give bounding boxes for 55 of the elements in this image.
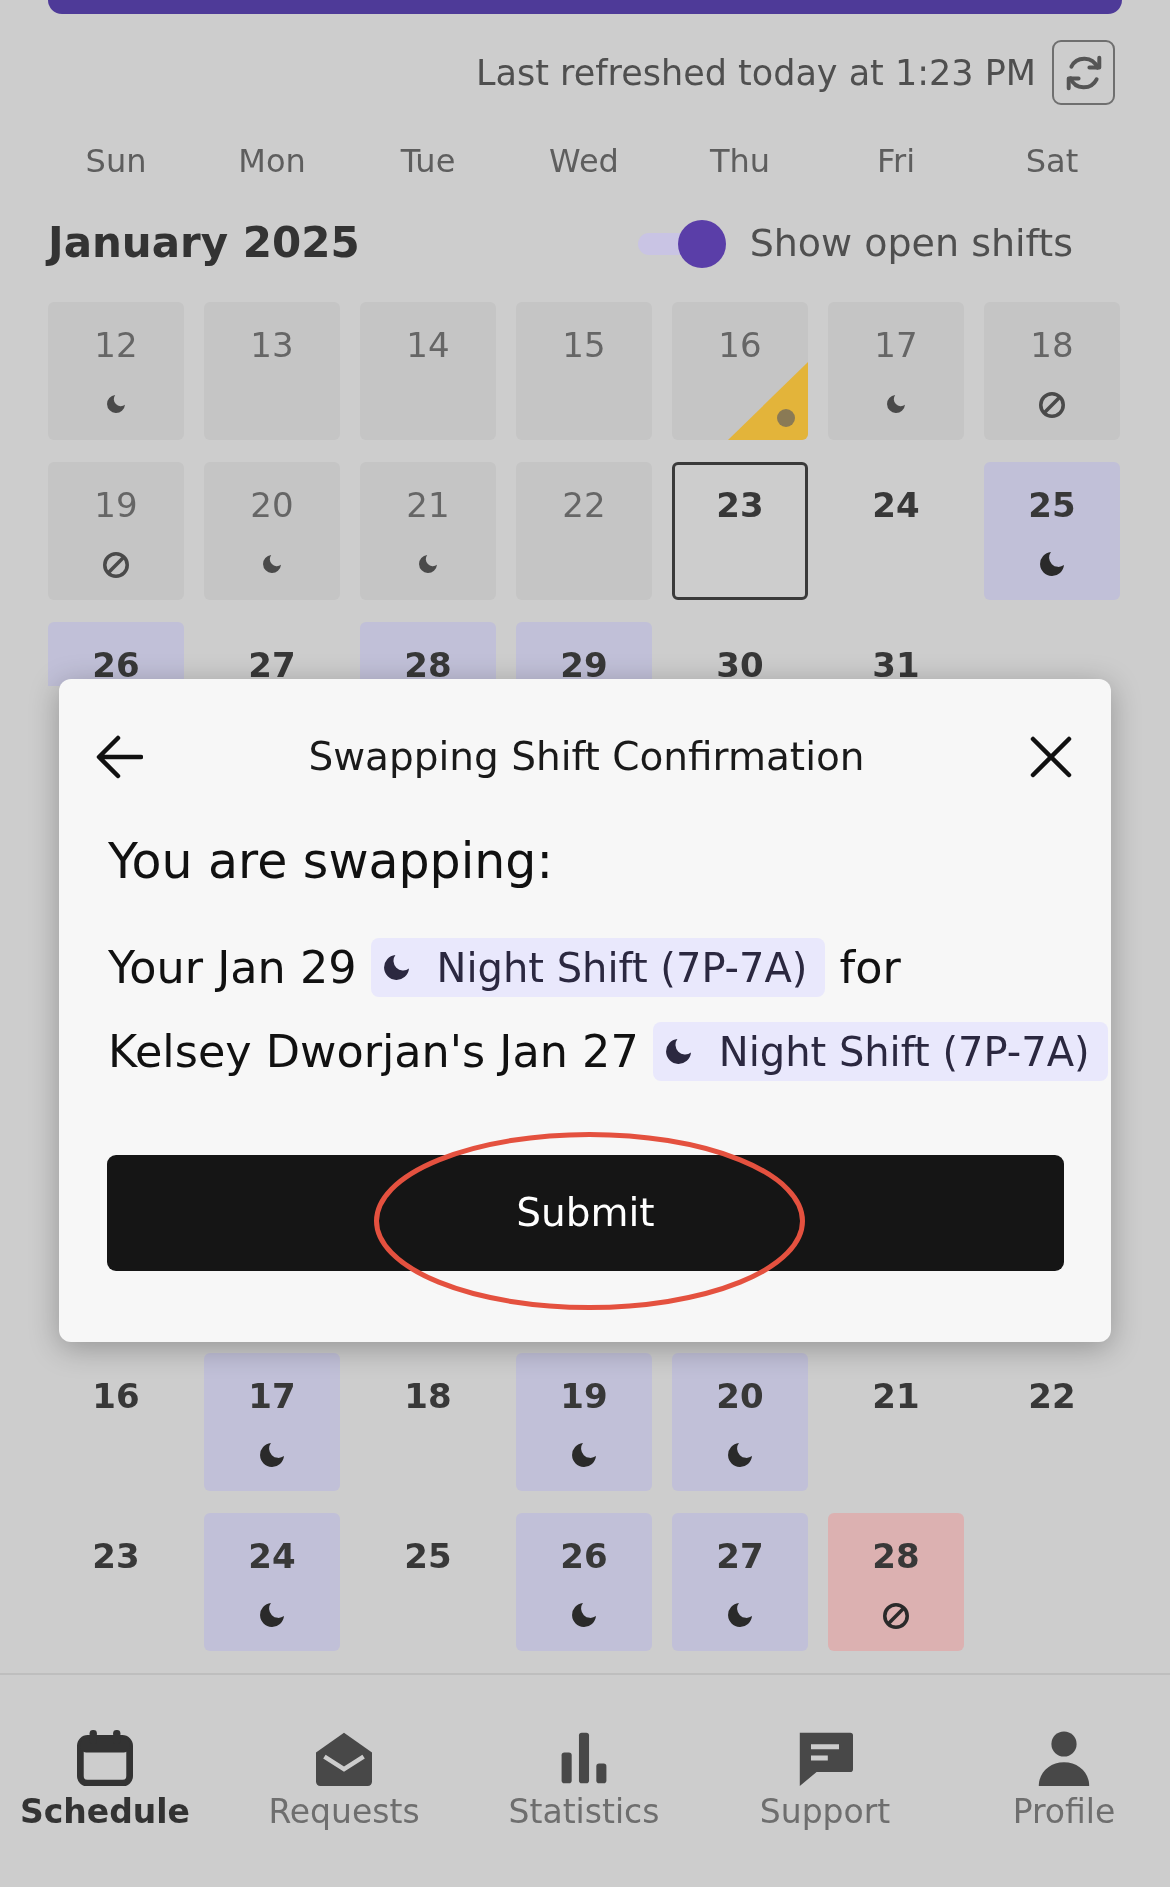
calendar-day[interactable]: 22 — [984, 1352, 1120, 1491]
calendar-day[interactable]: 17 — [828, 301, 964, 440]
calendar-day[interactable]: 23 — [48, 1512, 184, 1651]
swap-text: Your Jan 29 — [108, 940, 357, 995]
calendar-day[interactable]: 25 — [984, 461, 1120, 600]
calendar-day[interactable]: 16 — [48, 1352, 184, 1491]
weekday-label: Thu — [709, 142, 771, 181]
calendar-day[interactable]: 18 — [360, 1352, 496, 1491]
weekday-label: Wed — [549, 142, 619, 181]
calendar-day[interactable]: 23 — [672, 461, 808, 600]
calendar-day[interactable]: 22 — [516, 461, 652, 600]
back-button[interactable] — [95, 734, 143, 780]
calendar-day[interactable]: 17 — [204, 1352, 340, 1491]
calendar-day[interactable]: 28 — [828, 1512, 964, 1651]
weekday-label: Mon — [238, 142, 306, 181]
close-icon — [1030, 736, 1072, 778]
calendar-day[interactable]: 21 — [828, 1352, 964, 1491]
shift-label: Night Shift (7P-7A) — [718, 1027, 1090, 1076]
calendar-day[interactable]: 13 — [204, 301, 340, 440]
refresh-button[interactable] — [1052, 40, 1115, 105]
calendar-day[interactable]: 24 — [204, 1512, 340, 1651]
close-button[interactable] — [1030, 736, 1072, 778]
calendar-day[interactable]: 15 — [516, 301, 652, 440]
calendar-day[interactable]: 25 — [360, 1512, 496, 1651]
weekday-label: Sun — [85, 142, 147, 181]
refresh-icon — [1065, 54, 1102, 91]
dialog-heading: You are swapping: — [108, 832, 553, 891]
calendar-day[interactable]: 26 — [516, 1512, 652, 1651]
last-refreshed-text: Last refreshed today at 1:23 PM — [476, 51, 1036, 94]
swap-text: for — [839, 940, 901, 995]
calendar-day[interactable]: 19 — [48, 461, 184, 600]
calendar-day[interactable]: 19 — [516, 1352, 652, 1491]
weekday-label: Fri — [876, 142, 916, 181]
submit-button[interactable]: Submit — [107, 1155, 1064, 1271]
swap-text: Kelsey Dworjan's Jan 27 — [108, 1024, 639, 1079]
person-icon — [1036, 1729, 1092, 1786]
arrow-left-icon — [95, 734, 143, 780]
calendar-day[interactable]: 12 — [48, 301, 184, 440]
calendar-day[interactable]: 20 — [204, 461, 340, 600]
calendar-day[interactable]: 21 — [360, 461, 496, 600]
weekday-label: Sat — [1025, 142, 1079, 181]
toggle-label: Show open shifts — [749, 220, 1073, 267]
calendar-day[interactable]: 18 — [984, 301, 1120, 440]
calendar-day[interactable]: 16 — [672, 301, 808, 440]
dialog-title: Swapping Shift Confirmation — [308, 733, 865, 781]
calendar-icon — [77, 1729, 133, 1786]
calendar-day[interactable]: 20 — [672, 1352, 808, 1491]
nav-tab[interactable]: Schedule — [20, 1729, 190, 1832]
open-shifts-toggle[interactable] — [637, 219, 726, 268]
calendar-day[interactable]: 26 — [48, 621, 184, 686]
calendar-day[interactable]: 24 — [828, 461, 964, 600]
shift-label: Night Shift (7P-7A) — [436, 943, 808, 992]
calendar-day[interactable]: 14 — [360, 301, 496, 440]
calendar-day[interactable]: 27 — [672, 1512, 808, 1651]
weekday-label: Tue — [400, 142, 456, 181]
